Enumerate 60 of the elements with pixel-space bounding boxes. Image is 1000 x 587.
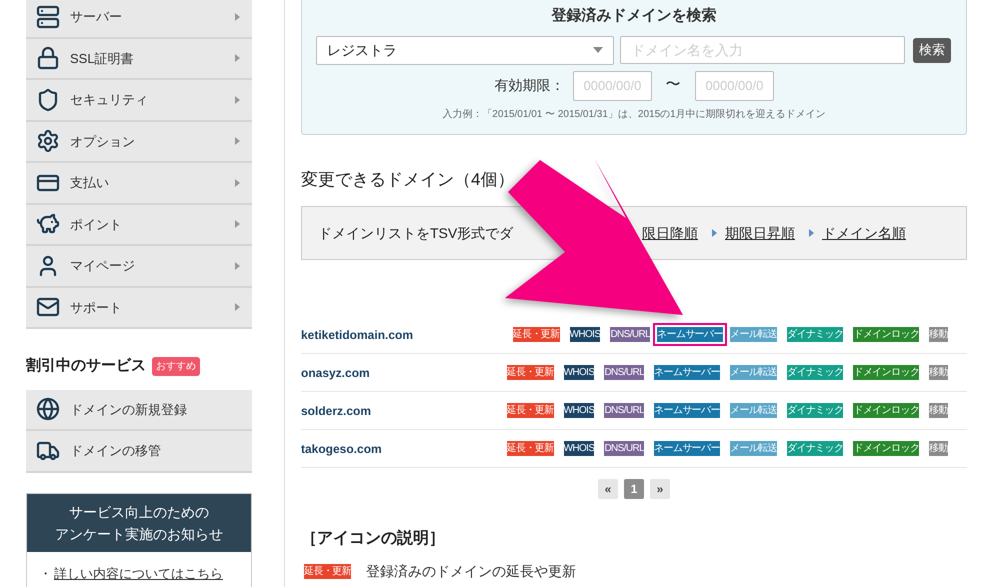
domain-link[interactable]: ketiketidomain.com	[301, 326, 510, 344]
globe-icon	[36, 397, 60, 422]
sort-link[interactable]: ドメイン名順	[822, 222, 906, 244]
shield-icon	[36, 88, 60, 112]
domain-link[interactable]: onasyz.com	[301, 364, 504, 382]
domains-heading: 変更できるドメイン（4個）	[301, 168, 516, 190]
sidebar-item[interactable]: 支払い	[26, 163, 252, 204]
server-icon	[36, 4, 60, 29]
bullet-icon	[809, 229, 814, 237]
section-title: 割引中のサービス	[26, 356, 146, 376]
sidebar-item[interactable]: ドメインの新規登録	[26, 390, 252, 431]
padlock-icon	[36, 46, 60, 70]
arrow-icon	[235, 54, 240, 62]
arrow-icon	[235, 220, 240, 228]
domain-link[interactable]: takogeso.com	[301, 440, 504, 458]
details-link[interactable]: 詳しい内容についてはこちら	[54, 564, 223, 583]
sidebar-item[interactable]: SSL証明書	[26, 38, 252, 80]
arrow-icon	[235, 96, 240, 104]
sidebar-item[interactable]: サーバー	[26, 0, 252, 38]
page-button[interactable]: »	[650, 479, 670, 499]
search-hint: 入力例：「2015/01/01 〜 2015/01/31」は、2015の1月中に期限切れを迎えるドメイン	[442, 108, 826, 122]
registrar-select[interactable]: レジストラ	[316, 36, 614, 64]
arrow-icon	[235, 178, 240, 187]
tsv-download-text: ドメインリストをTSV形式でダ	[318, 224, 514, 242]
page-button[interactable]: 1	[624, 479, 644, 499]
sort-link[interactable]: 期限日昇順	[725, 222, 795, 244]
sidebar-item[interactable]: ドメインの移管	[26, 431, 252, 472]
expiry-label: 有効期限：	[494, 76, 564, 95]
sidebar-item[interactable]: オプション	[26, 122, 252, 163]
arrow-icon	[235, 12, 240, 21]
search-button[interactable]: 検索	[913, 38, 951, 62]
action-button[interactable]: 移動	[926, 327, 951, 342]
notice-title: アンケート実施のお知らせ	[54, 524, 224, 544]
action-button[interactable]: 移動	[926, 403, 951, 418]
action-button[interactable]: ネームサーバー	[653, 323, 727, 346]
action-button[interactable]: ネームサーバー	[651, 441, 723, 456]
action-button[interactable]: 移動	[926, 365, 951, 380]
domain-link[interactable]: solderz.com	[301, 402, 504, 420]
bullet: ・	[39, 564, 52, 582]
sidebar-item[interactable]: セキュリティ	[26, 80, 252, 122]
sidebar-item[interactable]: ポイント	[26, 204, 252, 246]
gear-icon	[36, 129, 60, 154]
legend-heading: ［アイコンの説明］	[301, 528, 446, 549]
recommend-badge: おすすめ	[152, 356, 200, 376]
arrow-icon	[235, 262, 240, 270]
range-separator: 〜	[666, 75, 680, 96]
page-button[interactable]: «	[598, 479, 618, 499]
sort-link[interactable]: 限日降順	[642, 222, 698, 244]
action-button[interactable]: ネームサーバー	[651, 365, 723, 380]
sidebar-item[interactable]: マイページ	[26, 246, 252, 288]
search-title: 登録済みドメインを検索	[552, 6, 716, 26]
legend-text: 登録済みのドメインの延長や更新	[366, 562, 576, 581]
notice-title: サービス向上のための	[68, 502, 210, 522]
arrow-icon	[235, 137, 240, 146]
bullet-icon	[712, 229, 717, 237]
dropdown-icon	[593, 47, 603, 53]
action-button[interactable]: ネームサーバー	[651, 403, 723, 418]
arrow-icon	[235, 303, 240, 312]
sidebar-item[interactable]: サポート	[26, 288, 252, 329]
action-button[interactable]: 移動	[926, 441, 951, 456]
